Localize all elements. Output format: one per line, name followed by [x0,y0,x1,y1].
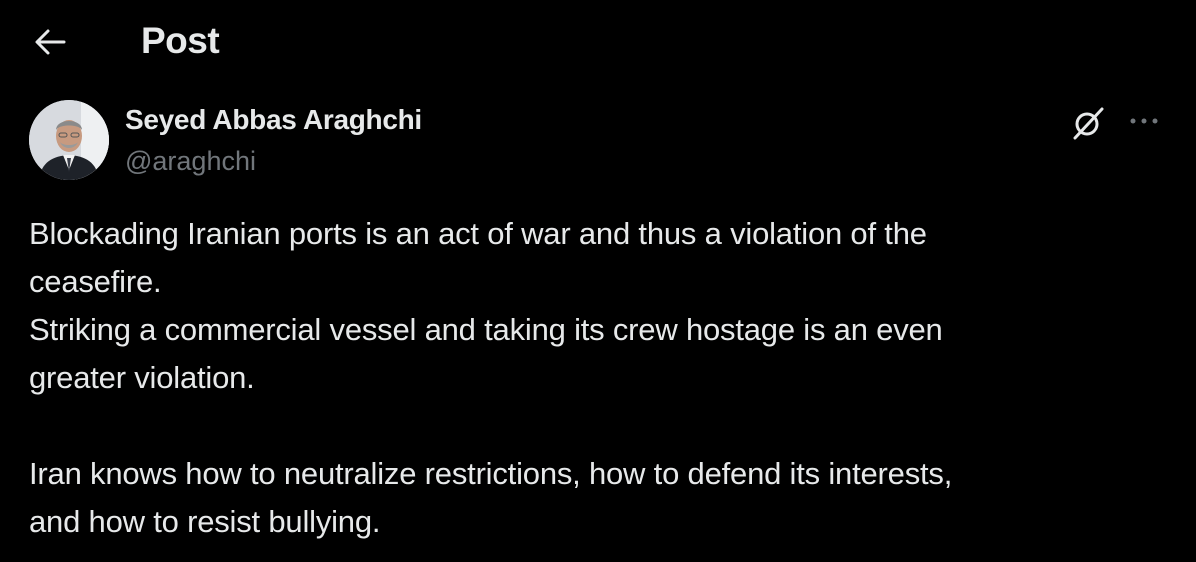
back-button[interactable] [26,22,74,62]
arrow-left-icon [35,29,66,55]
post-line: Striking a commercial vessel and taking … [29,312,943,347]
post-screen: Post Seyed Abbas Araghchi @araghchi Bloc… [0,0,1196,562]
avatar-image [29,100,109,180]
more-dots-icon [1130,118,1158,124]
post-line: Blockading Iranian ports is an act of wa… [29,216,927,251]
grok-button[interactable] [1068,103,1108,143]
post-line: and how to resist bullying. [29,504,381,539]
page-title: Post [141,20,220,61]
post-text: Blockading Iranian ports is an act of wa… [29,210,1169,546]
author-name[interactable]: Seyed Abbas Araghchi [125,104,422,136]
post-line: greater violation. [29,360,255,395]
post-line: ceasefire. [29,264,162,299]
author-handle[interactable]: @araghchi [125,146,256,177]
more-options-button[interactable] [1124,106,1164,136]
grok-icon [1073,107,1104,140]
avatar[interactable] [29,100,109,180]
post-line: Iran knows how to neutralize restriction… [29,456,953,491]
top-bar: Post [0,0,1196,86]
